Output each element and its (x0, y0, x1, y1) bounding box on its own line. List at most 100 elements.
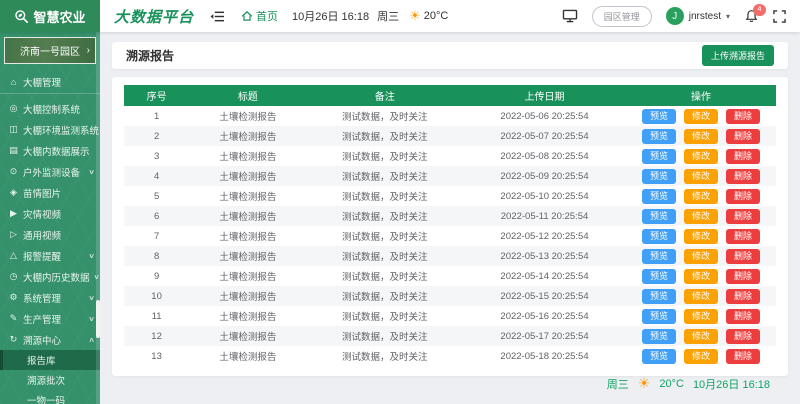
preview-button[interactable]: 预览 (642, 329, 676, 344)
sidebar-item-label: 大棚控制系统 (23, 102, 80, 116)
modify-button[interactable]: 修改 (684, 329, 718, 344)
park-manage-button[interactable]: 园区管理 (592, 6, 652, 27)
row-remark: 测试数据，及时关注 (307, 346, 463, 366)
chevron-down-icon: ∨ (88, 168, 95, 176)
sidebar-item-general-videos[interactable]: ▷通用视频 (0, 224, 100, 245)
modify-button[interactable]: 修改 (684, 349, 718, 364)
sidebar-item-traceability-center[interactable]: ↻溯源中心∧ (0, 329, 100, 350)
fullscreen-icon[interactable] (773, 10, 786, 23)
row-title: 土壤检测报告 (189, 166, 306, 186)
row-actions: 预览修改删除 (626, 206, 776, 226)
notification-badge: 4 (753, 4, 766, 16)
row-title: 土壤检测报告 (189, 226, 306, 246)
park-selector[interactable]: 济南一号园区 › (4, 37, 96, 64)
sidebar-item-production-management[interactable]: ✎生产管理∨ (0, 308, 100, 329)
delete-button[interactable]: 删除 (726, 169, 760, 184)
modify-button[interactable]: 修改 (684, 169, 718, 184)
sidebar-item-greenhouse-data-display[interactable]: ▤大棚内数据展示 (0, 140, 100, 161)
row-remark: 测试数据，及时关注 (307, 246, 463, 266)
delete-button[interactable]: 删除 (726, 349, 760, 364)
delete-button[interactable]: 删除 (726, 229, 760, 244)
row-remark: 测试数据，及时关注 (307, 206, 463, 226)
platform-title: 大数据平台 (114, 6, 194, 27)
row-remark: 测试数据，及时关注 (307, 146, 463, 166)
nav-home[interactable]: 首页 (241, 8, 278, 24)
sidebar-scrollbar-thumb[interactable] (96, 300, 100, 338)
monitor-icon[interactable] (562, 9, 578, 23)
modify-button[interactable]: 修改 (684, 109, 718, 124)
delete-button[interactable]: 删除 (726, 209, 760, 224)
picture-icon: ◈ (8, 187, 19, 198)
modify-button[interactable]: 修改 (684, 149, 718, 164)
footer-weather: 周三 ☀ 20°C 10月26日 16:18 (607, 375, 770, 392)
sidebar-subitem-trace-batches[interactable]: 溯源批次 (0, 370, 100, 390)
sidebar-subitem-one-item-one-code[interactable]: 一物一码 (0, 390, 100, 404)
row-no: 2 (124, 126, 189, 146)
table-row: 10土壤检测报告测试数据，及时关注2022-05-15 20:25:54预览修改… (124, 286, 776, 306)
sidebar-item-seedling-pictures[interactable]: ◈苗情图片 (0, 182, 100, 203)
sidebar-subitem-report-library[interactable]: 报告库 (0, 350, 100, 370)
sidebar-item-greenhouse-management[interactable]: ⌂大棚管理 (0, 70, 100, 94)
sidebar-scrollbar[interactable] (96, 32, 100, 404)
header-datetime: 10月26日 16:18 (292, 8, 369, 24)
row-date: 2022-05-12 20:25:54 (463, 226, 626, 246)
modify-button[interactable]: 修改 (684, 189, 718, 204)
sidebar-item-outdoor-monitoring-devices[interactable]: ⊙户外监测设备∨ (0, 161, 100, 182)
delete-button[interactable]: 删除 (726, 189, 760, 204)
preview-button[interactable]: 预览 (642, 209, 676, 224)
modify-button[interactable]: 修改 (684, 269, 718, 284)
sidebar-item-alarm-reminders[interactable]: △报警提醒∨ (0, 245, 100, 266)
preview-button[interactable]: 预览 (642, 229, 676, 244)
delete-button[interactable]: 删除 (726, 329, 760, 344)
delete-button[interactable]: 删除 (726, 269, 760, 284)
modify-button[interactable]: 修改 (684, 129, 718, 144)
delete-button[interactable]: 删除 (726, 149, 760, 164)
sidebar-item-greenhouse-history-data[interactable]: ◷大棚内历史数据∨ (0, 266, 100, 287)
sidebar-item-label: 溯源中心 (23, 333, 61, 347)
notifications-button[interactable]: 4 (744, 9, 759, 24)
sidebar-item-greenhouse-env-monitoring[interactable]: ◫大棚环境监测系统 (0, 119, 100, 140)
upload-report-button[interactable]: 上传溯源报告 (702, 45, 774, 66)
footer-datetime: 10月26日 16:18 (693, 376, 770, 392)
sidebar-item-disaster-videos[interactable]: ▶灾情视频 (0, 203, 100, 224)
preview-button[interactable]: 预览 (642, 109, 676, 124)
preview-button[interactable]: 预览 (642, 269, 676, 284)
preview-button[interactable]: 预览 (642, 349, 676, 364)
preview-button[interactable]: 预览 (642, 189, 676, 204)
table-row: 11土壤检测报告测试数据，及时关注2022-05-16 20:25:54预览修改… (124, 306, 776, 326)
preview-button[interactable]: 预览 (642, 289, 676, 304)
table-row: 2土壤检测报告测试数据，及时关注2022-05-07 20:25:54预览修改删… (124, 126, 776, 146)
row-title: 土壤检测报告 (189, 146, 306, 166)
sidebar-item-greenhouse-control-system[interactable]: ◎大棚控制系统 (0, 98, 100, 119)
trace-icon: ↻ (8, 334, 19, 345)
modify-button[interactable]: 修改 (684, 229, 718, 244)
delete-button[interactable]: 删除 (726, 129, 760, 144)
sidebar-item-system-management[interactable]: ⚙系统管理∨ (0, 287, 100, 308)
row-date: 2022-05-09 20:25:54 (463, 166, 626, 186)
row-no: 6 (124, 206, 189, 226)
delete-button[interactable]: 删除 (726, 309, 760, 324)
preview-button[interactable]: 预览 (642, 149, 676, 164)
modify-button[interactable]: 修改 (684, 289, 718, 304)
preview-button[interactable]: 预览 (642, 249, 676, 264)
chevron-down-icon: ∨ (88, 252, 95, 260)
preview-button[interactable]: 预览 (642, 129, 676, 144)
row-date: 2022-05-17 20:25:54 (463, 326, 626, 346)
sidebar-item-label: 生产管理 (23, 312, 61, 326)
row-actions: 预览修改删除 (626, 266, 776, 286)
row-actions: 预览修改删除 (626, 346, 776, 366)
table-row: 3土壤检测报告测试数据，及时关注2022-05-08 20:25:54预览修改删… (124, 146, 776, 166)
modify-button[interactable]: 修改 (684, 249, 718, 264)
modify-button[interactable]: 修改 (684, 309, 718, 324)
delete-button[interactable]: 删除 (726, 109, 760, 124)
modify-button[interactable]: 修改 (684, 209, 718, 224)
sidebar-item-label: 户外监测设备 (23, 165, 80, 179)
collapse-menu-icon[interactable] (210, 10, 225, 23)
delete-button[interactable]: 删除 (726, 249, 760, 264)
user-menu[interactable]: J jnrstest ▾ (666, 7, 730, 25)
preview-button[interactable]: 预览 (642, 169, 676, 184)
row-date: 2022-05-08 20:25:54 (463, 146, 626, 166)
column-header-remark: 备注 (307, 85, 463, 106)
preview-button[interactable]: 预览 (642, 309, 676, 324)
delete-button[interactable]: 删除 (726, 289, 760, 304)
